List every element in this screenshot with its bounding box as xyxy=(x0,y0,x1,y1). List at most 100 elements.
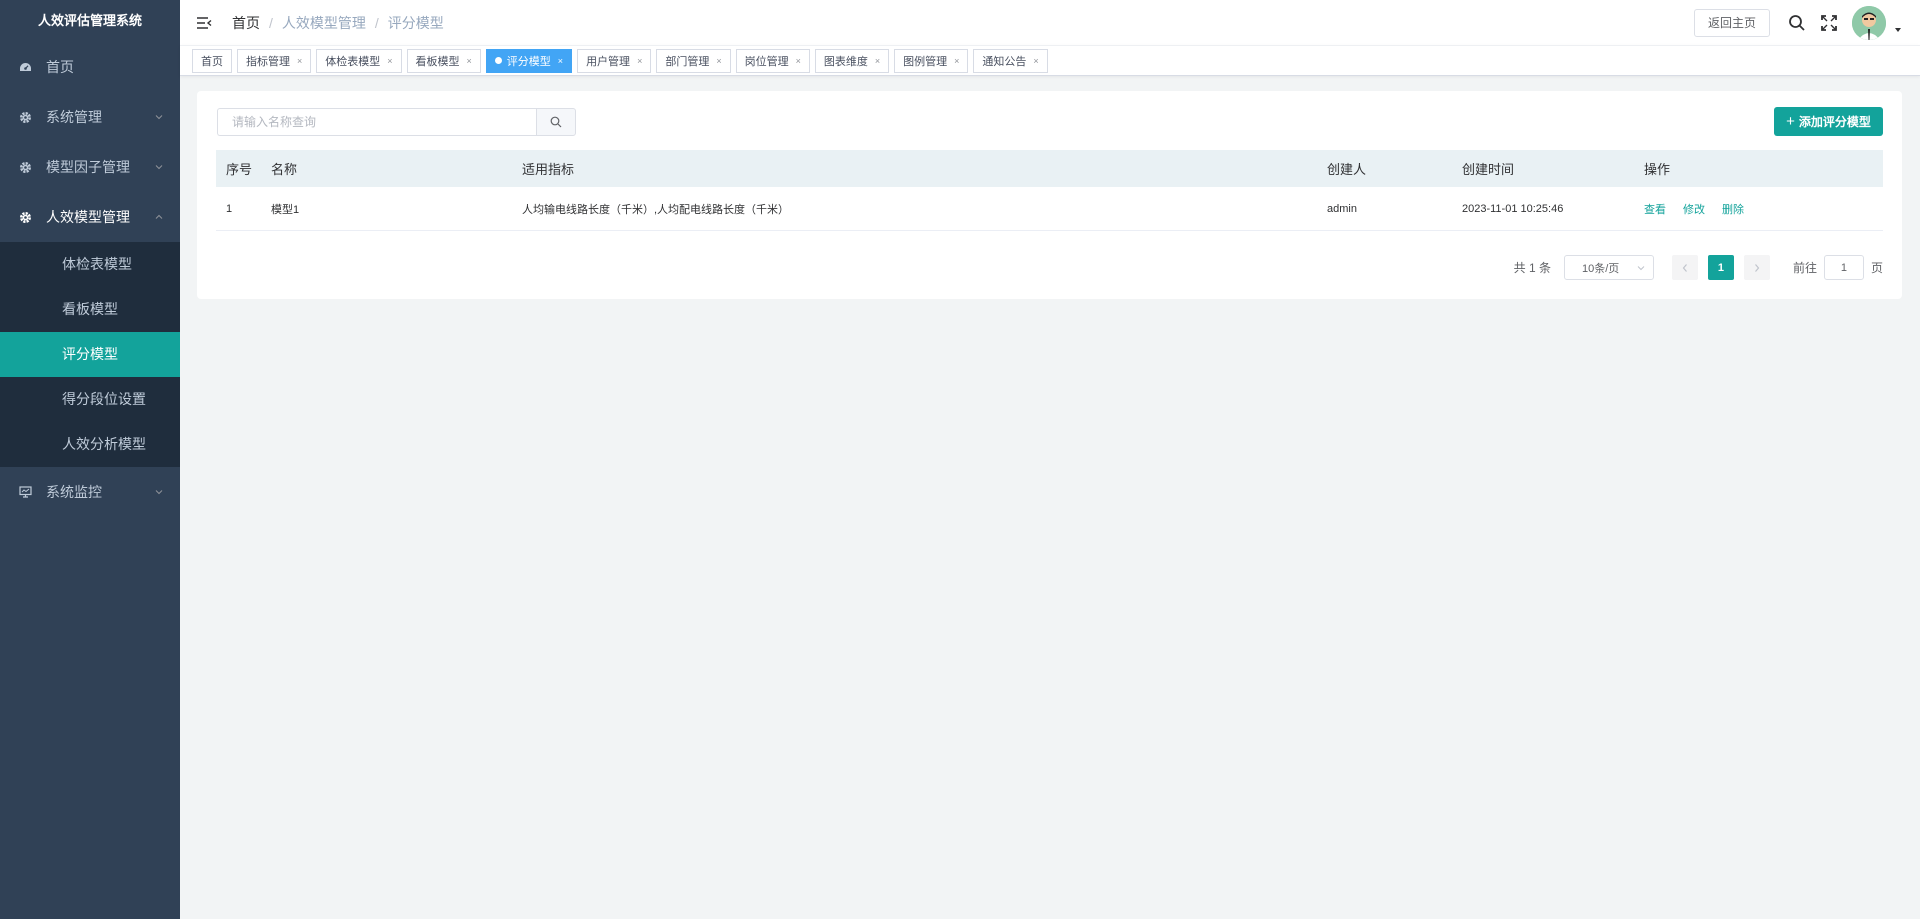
sidebar-item-home[interactable]: 首页 xyxy=(0,42,180,92)
tag-user-mgmt[interactable]: 用户管理 × xyxy=(577,48,652,73)
tag-label: 图例管理 xyxy=(903,55,948,68)
column-header-actions: 操作 xyxy=(1644,162,1671,177)
breadcrumb-separator: / xyxy=(374,14,379,31)
edit-link[interactable]: 修改 xyxy=(1683,201,1705,217)
sidebar-item-label: 人效模型管理 xyxy=(46,209,130,225)
cell-index: 1 xyxy=(226,202,233,215)
back-home-button[interactable]: 返回主页 xyxy=(1693,8,1770,37)
tag-label: 看板模型 xyxy=(415,55,460,68)
tag-dept-mgmt[interactable]: 部门管理 × xyxy=(656,48,731,73)
table-row: 1 模型1 人均输电线路长度（千米）,人均配电线路长度（千米） admin 20… xyxy=(216,187,1883,231)
goto-page: 前往 页 xyxy=(1793,255,1883,280)
sidebar-item-factor[interactable]: 模型因子管理 xyxy=(0,142,180,192)
close-icon[interactable]: × xyxy=(796,56,801,66)
gear-icon xyxy=(18,160,32,174)
chevron-down-icon xyxy=(155,165,163,170)
sidebar-item-efficiency[interactable]: 人效模型管理 xyxy=(0,192,180,242)
sidebar-item-label: 系统监控 xyxy=(46,484,102,500)
column-header-indicators: 适用指标 xyxy=(522,162,575,177)
plus-icon: + xyxy=(1786,113,1795,130)
goto-prefix: 前往 xyxy=(1792,261,1817,275)
goto-suffix: 页 xyxy=(1870,261,1883,275)
app-title: 人效评估管理系统 xyxy=(37,13,142,28)
tag-legend-mgmt[interactable]: 图例管理 × xyxy=(894,48,969,73)
dashboard-icon xyxy=(18,60,32,74)
close-icon[interactable]: × xyxy=(875,56,880,66)
cell-actions: 查看 修改 删除 xyxy=(1634,201,1883,217)
sidebar-item-label: 首页 xyxy=(46,59,74,75)
breadcrumb-item-home[interactable]: 首页 xyxy=(232,13,260,33)
hamburger-icon[interactable] xyxy=(196,16,212,30)
pagination: 共 1 条 10条/页 1 前往 页 xyxy=(1514,255,1883,280)
caret-down-icon[interactable] xyxy=(1894,26,1902,34)
tag-home[interactable]: 首页 xyxy=(192,48,232,73)
chevron-left-icon xyxy=(1682,263,1687,272)
sidebar-item-system[interactable]: 系统管理 xyxy=(0,92,180,142)
close-icon[interactable]: × xyxy=(387,56,392,66)
column-header-index: 序号 xyxy=(226,162,253,177)
tag-label: 指标管理 xyxy=(246,55,290,68)
cell-creator: admin xyxy=(1327,202,1357,215)
search-input[interactable] xyxy=(217,108,536,136)
sidebar-item-label: 模型因子管理 xyxy=(46,159,130,175)
page-size-select[interactable]: 10条/页 xyxy=(1563,255,1654,280)
tag-label: 用户管理 xyxy=(586,55,631,68)
cell-created-at: 2023-11-01 10:25:46 xyxy=(1462,202,1564,215)
active-dot-icon xyxy=(494,57,502,64)
score-model-table: 序号 名称 适用指标 创建人 创建时间 操作 1 模型1 人均输电线路长度（千米… xyxy=(216,150,1883,231)
close-icon[interactable]: × xyxy=(716,56,721,66)
submenu-item-analysis-model[interactable]: 人效分析模型 xyxy=(0,422,180,467)
search-box xyxy=(217,108,576,136)
sidebar: 人效评估管理系统 首页 系统管理 模型因子管理 人效模型管理 体检表模型 看板模… xyxy=(0,0,180,919)
tag-label: 首页 xyxy=(201,55,223,68)
avatar[interactable] xyxy=(1852,5,1886,40)
view-link[interactable]: 查看 xyxy=(1644,201,1666,217)
fullscreen-icon[interactable] xyxy=(1820,14,1838,32)
tag-checkup-model[interactable]: 体检表模型 × xyxy=(316,48,402,73)
breadcrumb: 首页 / 人效模型管理 / 评分模型 xyxy=(232,13,444,33)
tag-label: 体检表模型 xyxy=(325,55,381,68)
sidebar-item-label: 系统管理 xyxy=(46,109,102,125)
chevron-down-icon xyxy=(1637,266,1645,271)
close-icon[interactable]: × xyxy=(1033,56,1038,66)
tag-label: 部门管理 xyxy=(665,55,710,68)
tag-label: 图表维度 xyxy=(823,55,868,68)
delete-link[interactable]: 删除 xyxy=(1722,201,1744,217)
search-icon[interactable] xyxy=(1788,14,1806,32)
tag-post-mgmt[interactable]: 岗位管理 × xyxy=(735,48,810,73)
sidebar-item-monitor[interactable]: 系统监控 xyxy=(0,467,180,517)
breadcrumb-separator: / xyxy=(269,14,273,31)
close-icon[interactable]: × xyxy=(297,56,302,66)
tag-indicator-mgmt[interactable]: 指标管理 × xyxy=(237,48,312,73)
breadcrumb-item-parent: 人效模型管理 xyxy=(281,14,366,31)
tag-label: 岗位管理 xyxy=(744,55,789,68)
close-icon[interactable]: × xyxy=(558,56,563,66)
gear-icon xyxy=(18,110,32,124)
chevron-down-icon xyxy=(155,115,163,120)
tag-notice[interactable]: 通知公告 × xyxy=(973,48,1048,73)
next-page-button[interactable] xyxy=(1743,255,1770,280)
monitor-icon xyxy=(18,485,32,499)
submenu-item-score-model[interactable]: 评分模型 xyxy=(0,332,180,377)
breadcrumb-item-current: 评分模型 xyxy=(387,14,444,31)
tag-score-model[interactable]: 评分模型 × xyxy=(485,48,573,73)
submenu-item-checkup-model[interactable]: 体检表模型 xyxy=(0,242,180,287)
column-header-creator: 创建人 xyxy=(1327,162,1367,177)
close-icon[interactable]: × xyxy=(637,56,642,66)
page-number-current[interactable]: 1 xyxy=(1707,255,1734,280)
goto-page-input[interactable] xyxy=(1823,255,1864,280)
close-icon[interactable]: × xyxy=(467,56,472,66)
submenu-item-board-model[interactable]: 看板模型 xyxy=(0,287,180,332)
close-icon[interactable]: × xyxy=(954,56,959,66)
page-size-value: 10条/页 xyxy=(1581,262,1620,275)
prev-page-button[interactable] xyxy=(1671,255,1698,280)
search-button[interactable] xyxy=(536,108,576,136)
submenu-item-score-tier[interactable]: 得分段位设置 xyxy=(0,377,180,422)
tag-chart-dimension[interactable]: 图表维度 × xyxy=(814,48,890,73)
tags-view: 首页 指标管理 × 体检表模型 × 看板模型 × 评分模型 × 用户管理 × 部门管理 × … xyxy=(180,45,1920,76)
submenu: 体检表模型 看板模型 评分模型 得分段位设置 人效分析模型 xyxy=(0,242,180,467)
tag-board-model[interactable]: 看板模型 × xyxy=(406,48,481,73)
cell-indicators: 人均输电线路长度（千米）,人均配电线路长度（千米） xyxy=(522,203,790,216)
add-score-model-button[interactable]: + 添加评分模型 xyxy=(1774,107,1883,136)
table-header: 序号 名称 适用指标 创建人 创建时间 操作 xyxy=(216,150,1883,187)
